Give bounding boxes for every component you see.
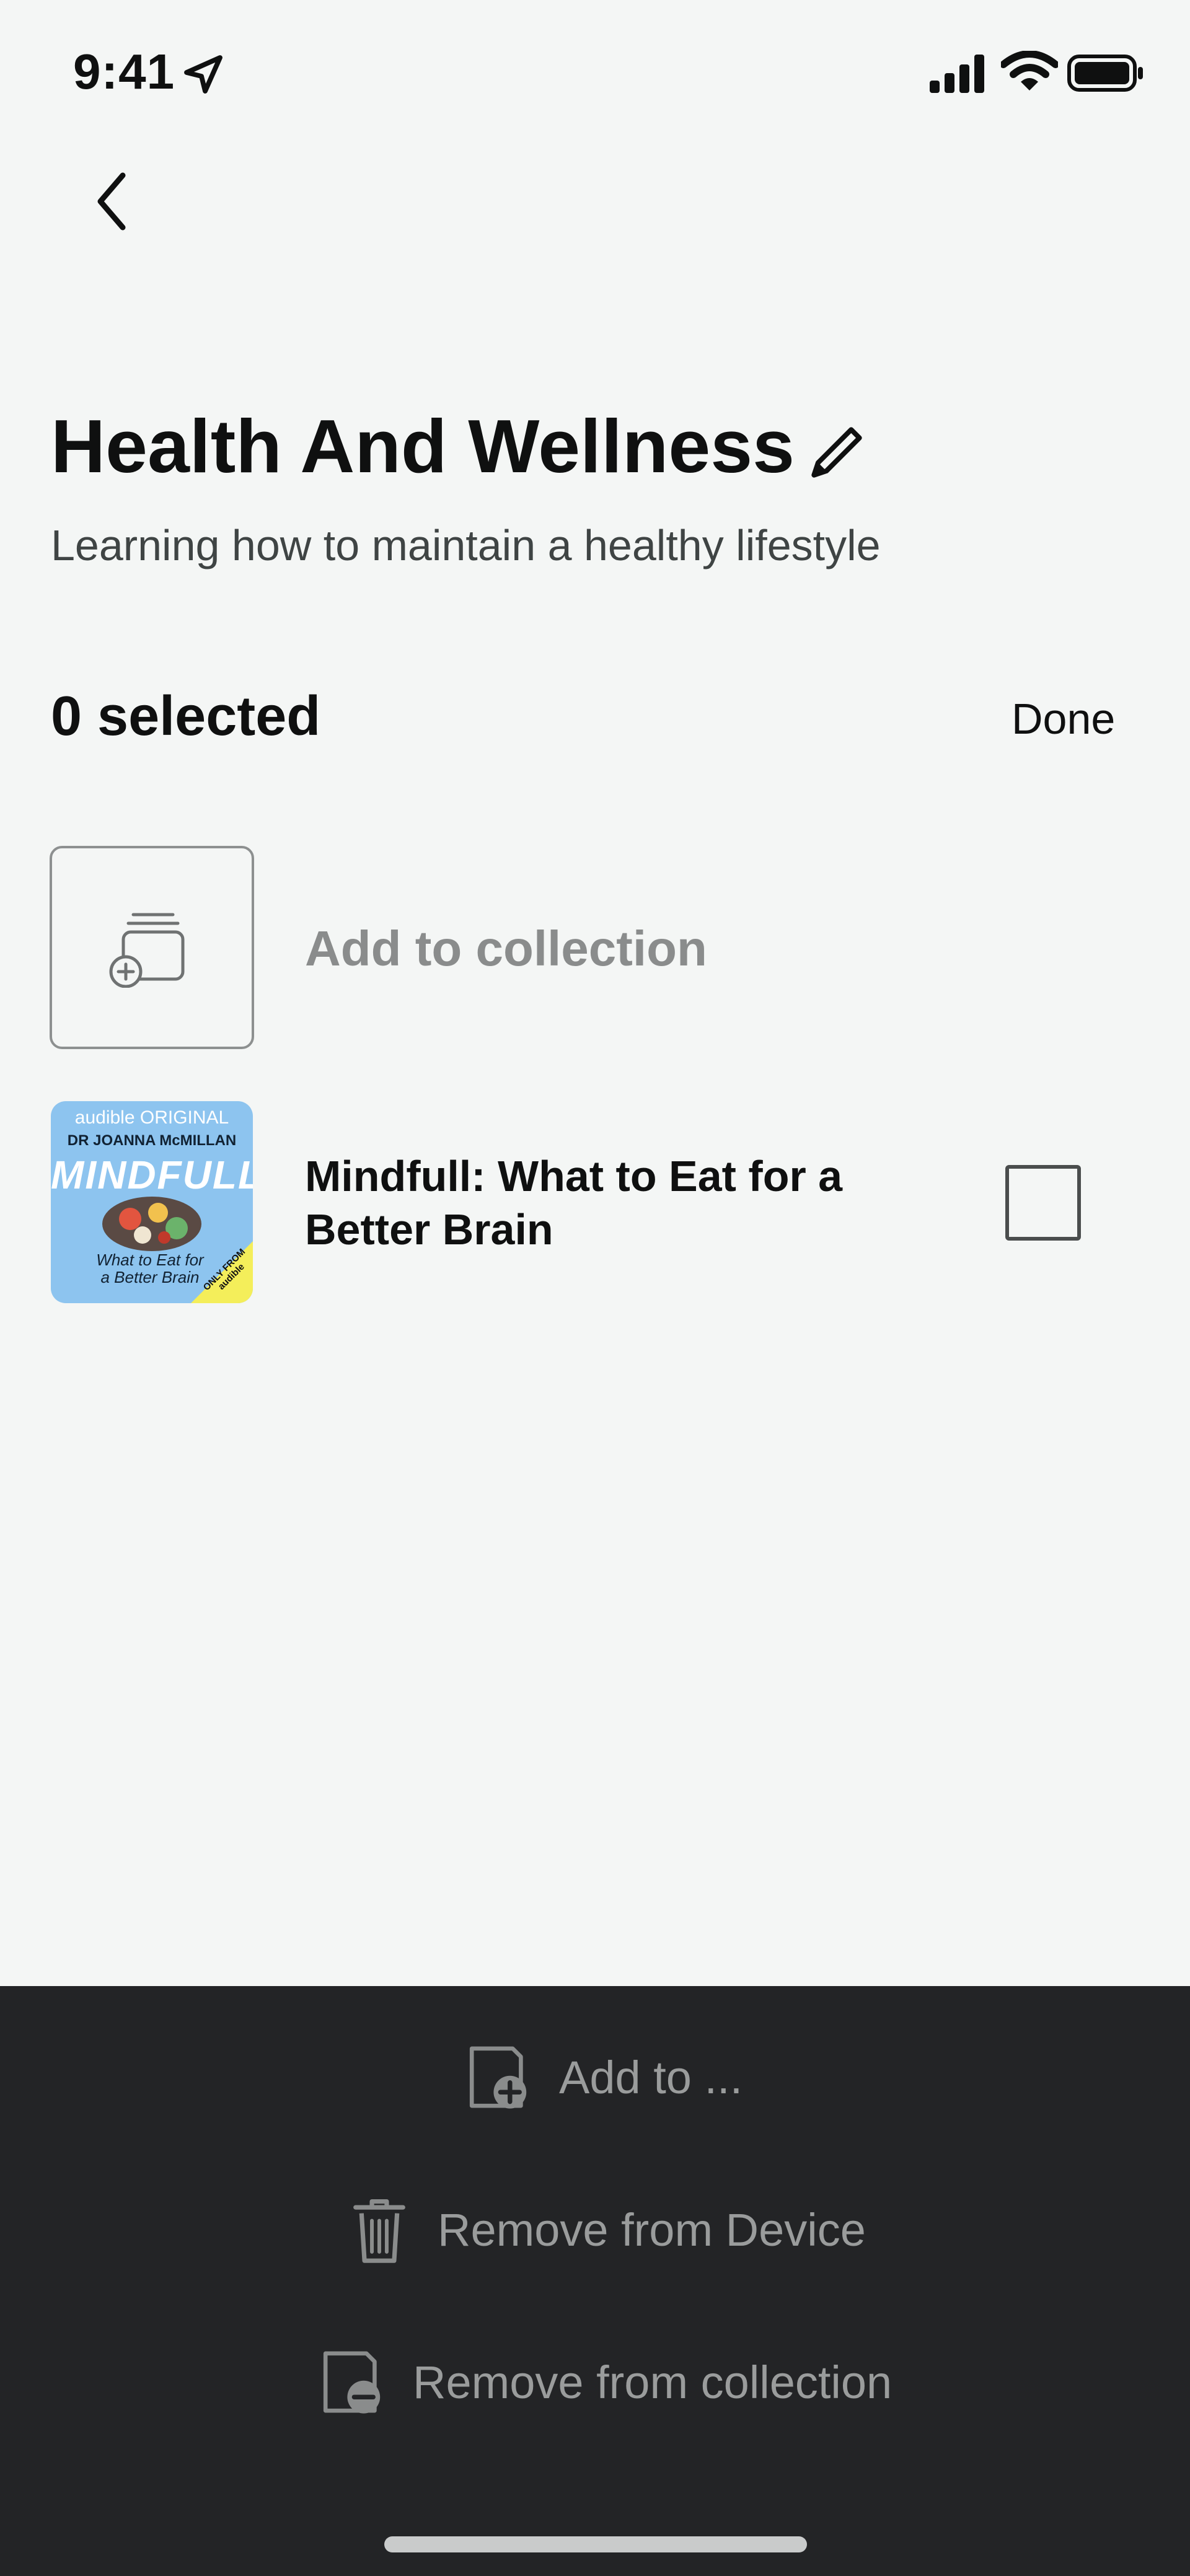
add-collection-icon	[109, 913, 185, 988]
remove-from-device-label: Remove from Device	[438, 2204, 866, 2256]
book-title[interactable]: Mindfull: What to Eat for a Better Brain	[305, 1150, 863, 1256]
cellular-signal-icon	[930, 55, 984, 93]
brain-food-illustration	[102, 1197, 201, 1251]
battery-icon	[1067, 55, 1143, 92]
cover-title: MINDFULL	[51, 1153, 253, 1197]
remove-from-collection-label: Remove from collection	[413, 2356, 892, 2408]
status-time: 9:41	[73, 44, 175, 99]
back-button[interactable]	[87, 167, 136, 235]
done-button[interactable]: Done	[1011, 694, 1115, 744]
page-title: Health And Wellness	[51, 404, 795, 488]
remove-document-icon	[323, 2351, 381, 2414]
wifi-icon	[1001, 51, 1058, 90]
chevron-left-icon	[97, 172, 126, 231]
add-to-label: Add to ...	[559, 2051, 743, 2103]
add-to-collection-tile[interactable]	[50, 846, 254, 1049]
trash-icon	[353, 2199, 405, 2263]
add-to-collection-label[interactable]: Add to collection	[305, 920, 707, 977]
bottom-action-sheet: Add to ... Remove from Device Remove fro…	[0, 1986, 1190, 2576]
add-document-icon	[469, 2046, 527, 2109]
home-indicator[interactable]	[384, 2536, 807, 2552]
cover-author: DR JOANNA McMILLAN	[67, 1132, 237, 1149]
selected-count: 0 selected	[51, 685, 321, 747]
add-to-button[interactable]: Add to ...	[464, 2043, 743, 2111]
remove-from-collection-button[interactable]: Remove from collection	[317, 2348, 892, 2416]
cover-brand: audible ORIGINAL	[74, 1107, 229, 1128]
book-select-checkbox[interactable]	[1005, 1165, 1081, 1241]
collection-description: Learning how to maintain a healthy lifes…	[51, 521, 881, 569]
cover-subtitle: What to Eat for a Better Brain	[96, 1251, 204, 1286]
location-arrow-icon	[184, 55, 223, 94]
book-cover[interactable]: audible ORIGINAL DR JOANNA McMILLAN MIND…	[51, 1101, 253, 1303]
remove-from-device-button[interactable]: Remove from Device	[348, 2196, 866, 2264]
pencil-edit-icon[interactable]	[806, 421, 868, 483]
